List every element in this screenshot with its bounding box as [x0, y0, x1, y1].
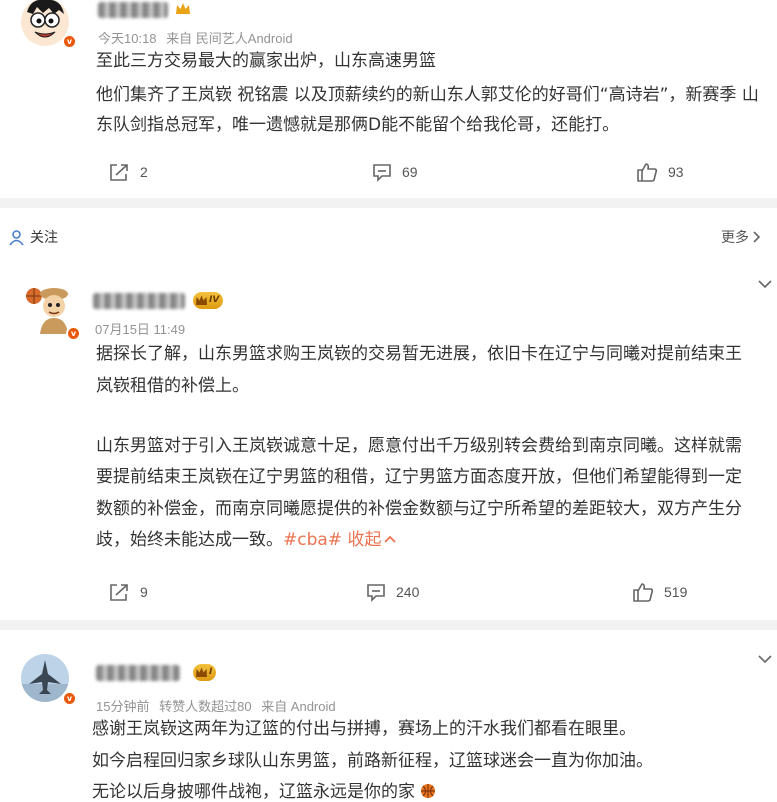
post-source[interactable]: 来自 Android	[261, 699, 335, 714]
section-divider	[0, 198, 777, 208]
collapse-link[interactable]: 收起	[347, 530, 397, 550]
crown-icon	[196, 667, 207, 677]
verified-badge-icon: v	[62, 34, 77, 49]
like-count: 93	[668, 164, 684, 180]
follow-button[interactable]: 关注	[8, 227, 58, 247]
post-time: 15分钟前	[96, 699, 150, 714]
post-3: v I 15分钟前 转赞人数超过80 来自 Android 感谢王岚嵚这两年为辽…	[0, 630, 777, 802]
repost-icon	[110, 584, 128, 601]
post-likers[interactable]: 转赞人数超过80	[159, 699, 251, 714]
verified-badge-icon: v	[66, 326, 81, 341]
level-badge: IV	[193, 292, 224, 309]
comment-count: 240	[396, 584, 420, 600]
post-source[interactable]: 来自 民间艺人Android	[166, 31, 292, 46]
more-link[interactable]: 更多	[721, 227, 763, 247]
person-icon	[9, 229, 24, 245]
post-text-line: 山东男篮对于引入王岚嵚诚意十足，愿意付出千万级别转会费给到南京同曦。这样就需	[96, 436, 742, 456]
level-label: IV	[209, 295, 220, 305]
post-text-line: 他们集齐了王岚嵚 祝铭震 以及顶薪续约的新山东人郭艾伦的好哥们“高诗岩”，新赛季…	[96, 85, 759, 105]
post-text-line: 东队剑指总冠军，唯一遗憾就是那俩D能不能留个给我伦哥，还能打。	[96, 115, 620, 135]
level-badge: I	[193, 664, 217, 681]
comment-button[interactable]: 240	[366, 582, 419, 602]
level-label: I	[209, 667, 213, 677]
post-text-line: 歧，始终未能达成一致。#cba# 收起	[96, 525, 397, 555]
post-meta: 15分钟前 转赞人数超过80 来自 Android	[96, 696, 342, 715]
post-text-line: 要提前结束王岚嵚在辽宁男篮的租借，辽宁男篮方面态度开放，但他们希望能得到一定	[96, 467, 742, 487]
post-text-line: 如今启程回归家乡球队山东男篮，前路新征程，辽篮球迷会一直为你加油。	[92, 751, 653, 771]
username-blurred[interactable]	[96, 665, 180, 681]
post-1: v 今天10:18 来自 民间艺人Android 至此三方交易最大的赢家出炉，山…	[0, 0, 777, 198]
cartoon-detective-avatar-icon	[26, 288, 68, 334]
repost-count: 9	[140, 584, 148, 600]
post-text-line: 至此三方交易最大的赢家出炉，山东高速男篮	[96, 51, 436, 71]
repost-button[interactable]: 9	[108, 582, 148, 602]
gold-crown-icon	[176, 3, 190, 14]
repost-count: 2	[140, 164, 148, 180]
basketball-emoji	[421, 784, 436, 798]
chevron-down-icon[interactable]	[756, 275, 774, 293]
like-button[interactable]: 519	[632, 582, 687, 602]
post-text-line: 据探长了解，山东男篮求购王岚嵚的交易暂无进展，依旧卡在辽宁与同曦对提前结束王	[96, 344, 742, 364]
chevron-down-icon[interactable]	[756, 650, 774, 668]
post-text-tail: 歧，始终未能达成一致。	[96, 530, 283, 550]
thumbs-up-icon	[633, 583, 654, 602]
post-text-line: 岚嵚租借的补偿上。	[96, 376, 249, 396]
comment-button[interactable]: 69	[372, 162, 418, 182]
post-text-line: 数额的补偿金，而南京同曦愿提供的补偿金数额与辽宁所希望的差距较大，双方产生分	[96, 499, 742, 519]
chevron-right-icon	[753, 231, 761, 243]
avatar[interactable]	[22, 282, 74, 334]
repost-button[interactable]: 2	[108, 162, 148, 182]
crown-icon	[196, 295, 207, 305]
post-text-line: 无论以后身披哪件战袍，辽篮永远是你的家	[92, 777, 436, 802]
username-blurred[interactable]	[98, 2, 168, 18]
follow-label: 关注	[30, 230, 58, 246]
post-time: 07月15日 11:49	[95, 322, 186, 337]
repost-icon	[110, 164, 128, 181]
comment-count: 69	[402, 164, 418, 180]
post-text-tail: 无论以后身披哪件战袍，辽篮永远是你的家	[92, 782, 415, 802]
post-meta: 07月15日 11:49	[95, 319, 191, 338]
post-meta: 今天10:18 来自 民间艺人Android	[98, 28, 299, 47]
post-time: 今天10:18	[98, 31, 157, 46]
thumbs-up-icon	[637, 163, 658, 182]
verified-badge-icon: v	[62, 691, 77, 706]
post-text-line: 感谢王岚嵚这两年为辽篮的付出与拼搏，赛场上的汗水我们都看在眼里。	[92, 719, 636, 739]
follow-bar: 关注 更多	[0, 212, 777, 262]
username-blurred[interactable]	[93, 293, 185, 309]
section-divider	[0, 620, 777, 630]
comment-icon	[373, 164, 391, 182]
like-count: 519	[664, 584, 688, 600]
post-2: v IV 07月15日 11:49 据探长了解，山东男篮求购王岚嵚的交易暂无进展…	[0, 262, 777, 620]
chevron-up-icon	[384, 535, 397, 543]
collapse-label: 收起	[347, 530, 382, 550]
hashtag-link[interactable]: #cba#	[283, 530, 342, 550]
comment-icon	[367, 584, 385, 602]
like-button[interactable]: 93	[636, 162, 684, 182]
more-label: 更多	[721, 230, 749, 246]
